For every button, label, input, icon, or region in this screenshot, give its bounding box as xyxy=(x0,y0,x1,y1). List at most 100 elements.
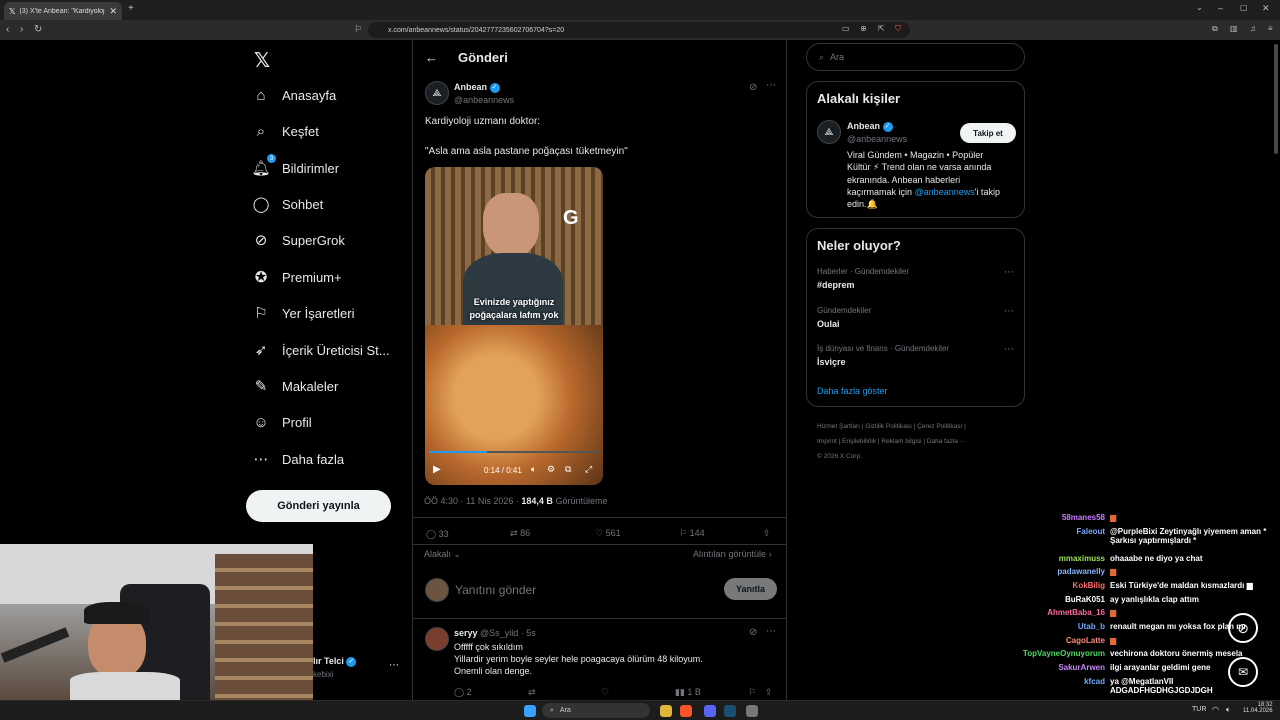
account-menu-icon[interactable]: ⋯ xyxy=(389,660,399,671)
clock[interactable]: 18:32 11.04.2026 xyxy=(1243,702,1273,714)
minimize-icon[interactable]: – xyxy=(1218,3,1223,13)
zoom-icon[interactable]: ⊕ xyxy=(860,24,867,33)
author-name[interactable]: Anbean ✓ xyxy=(454,82,500,93)
trend-menu-icon[interactable]: ⋯ xyxy=(1004,344,1014,355)
nav-item-more[interactable]: ⋯ Daha fazla xyxy=(252,450,345,468)
screen-icon[interactable]: ▭ xyxy=(842,24,850,33)
extensions-icon[interactable]: ⧉ xyxy=(1212,24,1218,34)
trend-menu-icon[interactable]: ⋯ xyxy=(1004,267,1014,278)
menu-icon[interactable]: ≡ xyxy=(1268,24,1273,33)
reply-share-icon[interactable]: ⇪ xyxy=(765,687,773,698)
steam-icon[interactable] xyxy=(724,705,736,717)
sidebar-icon[interactable]: ▥ xyxy=(1230,24,1238,33)
trend-item[interactable]: İş dünyası ve finans · Gündemdekiler İsv… xyxy=(817,344,1017,367)
messages-float-icon[interactable]: ✉ xyxy=(1228,657,1258,687)
retweet-action[interactable]: ⇄ 86 xyxy=(510,528,530,539)
trend-menu-icon[interactable]: ⋯ xyxy=(1004,306,1014,317)
media-icon[interactable]: ♫ xyxy=(1250,24,1256,33)
settings-icon[interactable]: ⚙︎ xyxy=(547,464,555,475)
tweet-menu-icon[interactable]: ⋯ xyxy=(766,80,776,91)
video-progress-track[interactable] xyxy=(429,451,599,453)
account-name[interactable]: lır Telci ✓ xyxy=(313,656,357,667)
sort-dropdown[interactable]: Alakalı ⌄ xyxy=(424,549,461,560)
bookmark-page-icon[interactable]: ⚐ xyxy=(354,24,362,35)
chat-user: TopVayneOynuyorum xyxy=(1022,649,1105,658)
like-action[interactable]: ♡ 561 xyxy=(595,528,621,539)
reply-header: seryy @Ss_yild · 5s xyxy=(454,628,536,638)
related-name[interactable]: Anbean ✓ xyxy=(847,121,893,132)
language-indicator[interactable]: TUR xyxy=(1192,706,1206,713)
wifi-icon[interactable]: ◠ xyxy=(1212,705,1219,714)
reply-bookmark-icon[interactable]: ⚐ xyxy=(748,687,756,698)
nav-item-bookmarks[interactable]: ⚐ Yer İşaretleri xyxy=(252,304,354,322)
url-field[interactable]: x.com/anbeannews/status/2042777235602706… xyxy=(368,22,910,38)
reply-menu-icon[interactable]: ⋯ xyxy=(766,626,776,637)
reply-reply-action[interactable]: ◯ 2 xyxy=(454,687,472,698)
reply-author[interactable]: seryy xyxy=(454,628,478,638)
nav-item-premium[interactable]: ✪ Premium+ xyxy=(252,268,342,286)
nav-item-creator-studio[interactable]: ➶ İçerik Üreticisi St... xyxy=(252,341,390,359)
footer-line[interactable]: Imprint | Erişilebilirlik | Reklam bilgi… xyxy=(817,434,1017,449)
tab-search-icon[interactable]: ⌄ xyxy=(1196,3,1203,12)
post-button[interactable]: Gönderi yayınla xyxy=(246,490,391,522)
view-quotes-link[interactable]: Alıntıları görüntüle › xyxy=(693,549,772,559)
brave-icon[interactable] xyxy=(680,705,692,717)
grok-analyze-icon[interactable]: ⊘ xyxy=(749,82,757,93)
volume-icon[interactable]: 🔈︎ xyxy=(1226,705,1231,715)
url-text: x.com/anbeannews/status/2042777235602706… xyxy=(388,26,565,34)
reply-button[interactable]: Yanıtla xyxy=(724,578,777,600)
reply-author-avatar[interactable] xyxy=(425,627,449,651)
related-avatar[interactable]: ⟁ xyxy=(817,120,841,144)
reply-retweet-icon[interactable]: ⇄ xyxy=(528,687,536,698)
nav-item-home[interactable]: ⌂ Anasayfa xyxy=(252,86,336,104)
page-scrollbar[interactable] xyxy=(1274,44,1278,154)
taskbar-search[interactable]: ⌕ Ara xyxy=(542,703,650,718)
reply-views-action[interactable]: ▮▮ 1 B xyxy=(675,687,701,698)
pip-icon[interactable]: ⧉ xyxy=(565,464,571,475)
views-icon: ▮▮ xyxy=(675,687,685,697)
nav-item-explore[interactable]: ⌕ Keşfet xyxy=(252,122,319,140)
nav-item-profile[interactable]: ☺ Profil xyxy=(252,413,311,431)
back-icon[interactable]: ‹ xyxy=(6,24,9,35)
forward-icon[interactable]: › xyxy=(20,24,23,35)
grok-float-icon[interactable]: ⊘ xyxy=(1228,613,1258,643)
back-arrow-icon[interactable]: ← xyxy=(425,50,438,65)
search-input[interactable]: ⌕ Ara xyxy=(806,43,1025,71)
follow-button[interactable]: Takip et xyxy=(960,123,1016,143)
reply-action[interactable]: ◯ 33 xyxy=(426,529,449,540)
nav-item-notifications[interactable]: 🔔︎ 3 Bildirimler xyxy=(251,154,339,177)
tweet-video[interactable]: G Evinizde yaptığınız poğaçalara lafım y… xyxy=(425,167,603,485)
play-icon[interactable]: ▶ xyxy=(433,464,441,475)
x-logo-icon[interactable]: 𝕏 xyxy=(254,48,270,73)
nav-item-chat[interactable]: ◯ Sohbet xyxy=(252,195,324,213)
discord-icon[interactable] xyxy=(704,705,716,717)
reply-input[interactable]: Yanıtını gönder xyxy=(455,583,536,597)
app-icon[interactable] xyxy=(746,705,758,717)
file-explorer-icon[interactable] xyxy=(660,705,672,717)
share-icon[interactable]: ⇱ xyxy=(878,24,885,33)
trend-item[interactable]: Haberler · Gündemdekiler #deprem xyxy=(817,267,1017,290)
my-avatar[interactable] xyxy=(425,578,449,602)
bio-mention-link[interactable]: @anbeannews xyxy=(915,187,975,197)
close-window-icon[interactable]: ✕ xyxy=(1262,3,1270,14)
volume-icon[interactable]: 🔈︎ xyxy=(531,464,536,475)
share-icon[interactable]: ⇪ xyxy=(763,528,771,539)
browser-tab[interactable]: 𝕏 (3) X'te Anbean: "Kardiyoloji uzm... ✕ xyxy=(4,2,122,20)
reply-heart-icon[interactable]: ♡ xyxy=(601,687,609,698)
grok-analyze-icon[interactable]: ⊘ xyxy=(749,627,757,638)
reload-icon[interactable]: ↻ xyxy=(34,24,42,35)
fullscreen-icon[interactable]: ⤢ xyxy=(585,464,592,475)
trend-item[interactable]: Gündemdekiler Oulai xyxy=(817,306,1017,329)
bookmark-action[interactable]: ⚐ 144 xyxy=(679,528,705,539)
show-more-link[interactable]: Daha fazla göster xyxy=(817,386,888,396)
chat-text: vechirona doktoru önermiş mesela xyxy=(1110,649,1243,658)
nav-item-supergrok[interactable]: ⊘ SuperGrok xyxy=(252,231,345,249)
new-tab-icon[interactable]: + xyxy=(128,3,134,14)
brave-shield-icon[interactable]: ⛉ xyxy=(895,24,901,34)
nav-item-articles[interactable]: ✎ Makaleler xyxy=(252,377,339,395)
maximize-icon[interactable]: ▢ xyxy=(1240,3,1248,12)
windows-start-icon[interactable] xyxy=(524,705,536,717)
close-tab-icon[interactable]: ✕ xyxy=(109,6,117,17)
footer-line[interactable]: Hizmet Şartları | Gizlilik Politikası | … xyxy=(817,419,1017,434)
author-avatar[interactable]: ⟁ xyxy=(425,81,449,105)
